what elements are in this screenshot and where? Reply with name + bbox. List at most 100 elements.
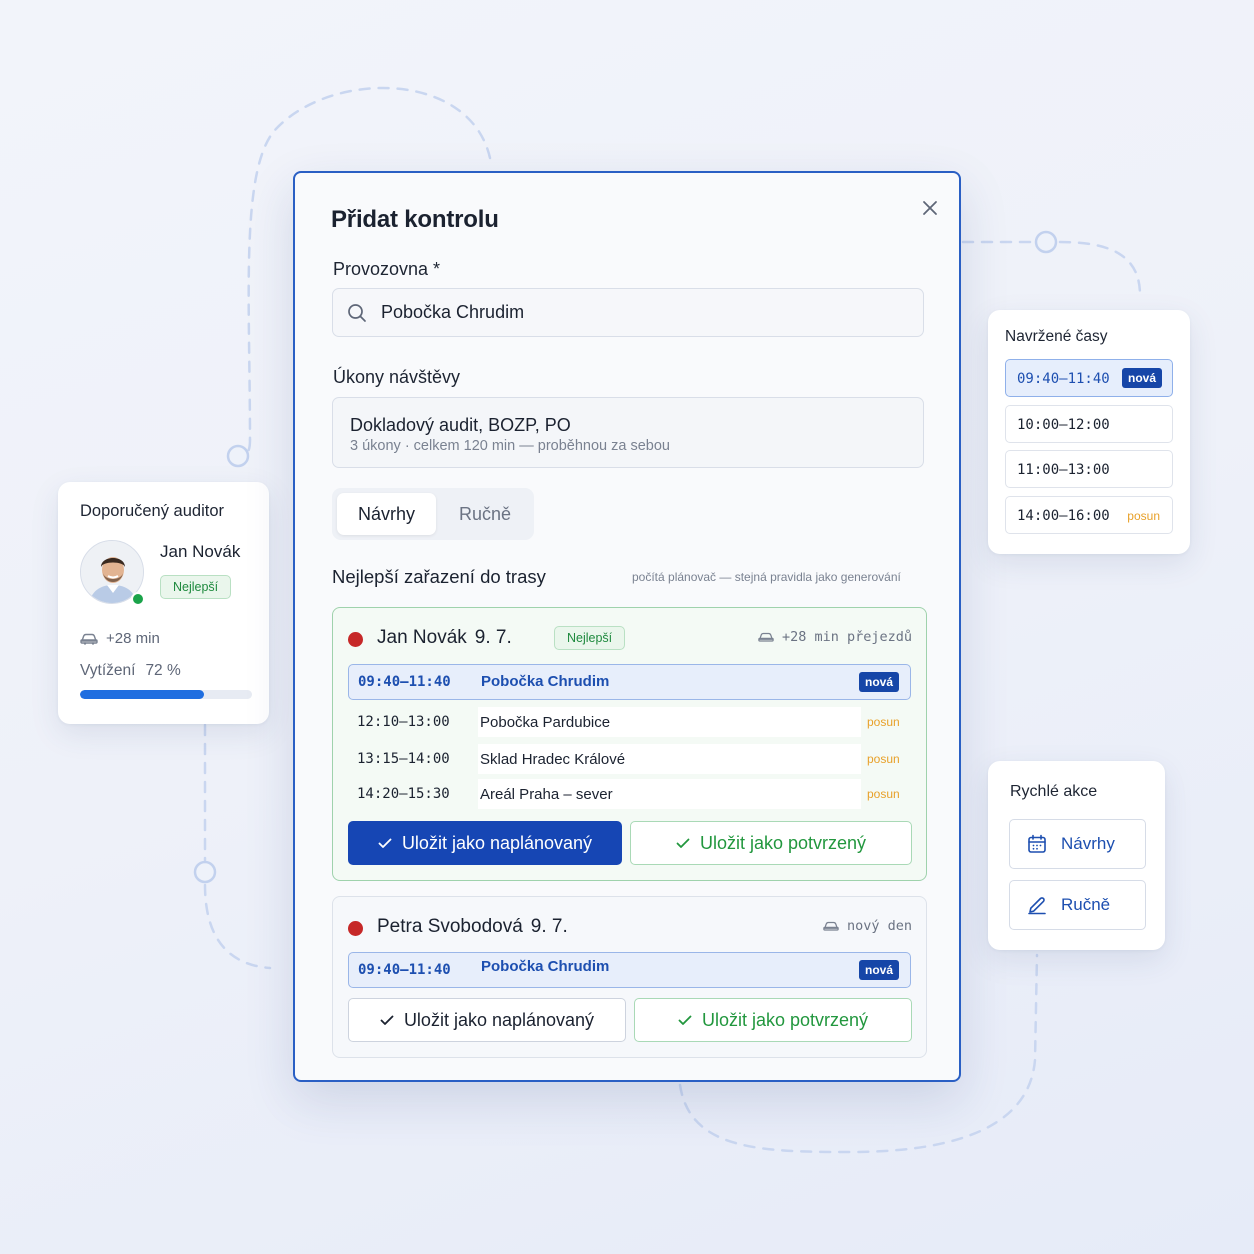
load-progress-fill	[80, 690, 204, 699]
time-option[interactable]: 09:40–11:40 nová	[1005, 359, 1173, 397]
auditor-color-dot	[348, 632, 363, 647]
slot-place: Pobočka Chrudim	[481, 958, 610, 975]
facility-search-input[interactable]	[381, 289, 901, 336]
pencil-icon	[1028, 897, 1046, 915]
new-slot-row[interactable]: 09:40–11:40 Pobočka Chrudim nová	[348, 952, 911, 988]
route-stop-row: 12:10–13:00 Pobočka Pardubice posun	[348, 707, 911, 737]
time-option-value: 14:00–16:00	[1017, 508, 1110, 524]
save-confirmed-button[interactable]: Uložit jako potvrzený	[634, 998, 912, 1042]
save-planned-button[interactable]: Uložit jako naplánovaný	[348, 998, 626, 1042]
best-badge: Nejlepší	[554, 626, 626, 650]
stop-place: Pobočka Pardubice	[480, 714, 611, 731]
load-info: Vytížení 72 %	[80, 662, 191, 680]
route-option-petra-svobodova: Petra Svobodová 9. 7. nový den 09:40–11:4…	[332, 896, 927, 1058]
shift-tag: posun	[1127, 509, 1160, 523]
load-progress-bar	[80, 690, 252, 699]
planner-note: počítá plánovač — stejná pravidla jako g…	[632, 570, 901, 584]
best-placement-title: Nejlepší zařazení do trasy	[332, 566, 546, 587]
route-date: 9. 7.	[474, 627, 512, 648]
facility-label: Provozovna *	[333, 259, 441, 279]
time-option-value: 09:40–11:40	[1017, 371, 1110, 387]
tab-suggestions[interactable]: Návrhy	[337, 493, 436, 535]
check-icon	[380, 1015, 394, 1025]
auditor-card-title: Doporučený auditor	[80, 502, 225, 520]
save-planned-button[interactable]: Uložit jako naplánovaný	[348, 821, 622, 865]
route-travel-value: nový den	[846, 918, 912, 934]
car-icon	[758, 632, 774, 642]
recommended-auditor-card: Doporučený auditor Jan Novák Nejlepší +2…	[58, 482, 269, 724]
slot-time: 09:40–11:40	[358, 962, 451, 978]
shift-tag: posun	[867, 752, 900, 766]
new-badge: nová	[1121, 368, 1162, 388]
check-icon	[678, 1015, 692, 1025]
route-travel: +28 min přejezdů	[758, 629, 912, 645]
tasks-value: Dokladový audit, BOZP, PO	[350, 415, 571, 435]
route-stop-row: 14:20–15:30 Areál Praha – sever posun	[348, 779, 911, 809]
modal-title: Přidat kontrolu	[331, 206, 499, 233]
auditor-color-dot	[348, 921, 363, 936]
save-confirmed-button[interactable]: Uložit jako potvrzený	[630, 821, 912, 865]
stop-time: 14:20–15:30	[357, 786, 450, 802]
stop-time: 12:10–13:00	[357, 714, 450, 730]
search-icon	[348, 304, 366, 322]
route-auditor-name: Jan Novák	[377, 627, 467, 648]
online-status-dot	[131, 592, 145, 606]
car-icon	[80, 633, 98, 645]
quick-actions-card: Rychlé akce Návrhy Ručně	[988, 761, 1165, 950]
route-date: 9. 7.	[530, 916, 568, 937]
auditor-name: Jan Novák	[160, 542, 241, 561]
check-icon	[676, 838, 690, 848]
route-header: Jan Novák 9. 7. Nejlepší +28 min přejezdů	[348, 626, 912, 652]
stop-place: Areál Praha – sever	[480, 786, 613, 803]
slot-place: Pobočka Chrudim	[481, 673, 610, 690]
stop-place: Sklad Hradec Králové	[480, 751, 626, 768]
route-travel-value: +28 min přejezdů	[781, 629, 912, 645]
route-header: Petra Svobodová 9. 7. nový den	[348, 915, 912, 941]
tab-manual[interactable]: Ručně	[444, 493, 526, 535]
route-auditor: Petra Svobodová 9. 7.	[377, 916, 568, 938]
quick-action-label: Ručně	[1061, 895, 1111, 914]
calendar-icon	[1028, 834, 1046, 853]
shift-tag: posun	[867, 715, 900, 729]
time-option[interactable]: 10:00–12:00	[1005, 405, 1173, 443]
time-option[interactable]: 14:00–16:00 posun	[1005, 496, 1173, 534]
quick-action-label: Návrhy	[1061, 834, 1115, 853]
close-button[interactable]	[919, 197, 941, 219]
visit-tasks-field[interactable]: Dokladový audit, BOZP, PO 3 úkony · celk…	[332, 397, 924, 468]
best-badge: Nejlepší	[160, 575, 232, 599]
route-auditor: Jan Novák 9. 7.	[377, 627, 512, 649]
save-confirmed-label: Uložit jako potvrzený	[699, 832, 867, 853]
quick-actions-title: Rychlé akce	[1010, 783, 1098, 800]
route-auditor-name: Petra Svobodová	[377, 916, 523, 937]
quick-action-suggestions-button[interactable]: Návrhy	[1009, 819, 1146, 869]
tasks-meta: 3 úkony · celkem 120 min — proběhnou za …	[350, 438, 670, 454]
save-planned-label: Uložit jako naplánovaný	[401, 832, 593, 853]
stop-time: 13:15–14:00	[357, 751, 450, 767]
route-option-jan-novak: Jan Novák 9. 7. Nejlepší +28 min přejezdů…	[332, 607, 927, 881]
tasks-label: Úkony návštěvy	[333, 367, 461, 387]
time-option[interactable]: 11:00–13:00	[1005, 450, 1173, 488]
add-inspection-modal: Přidat kontrolu Provozovna * Úkony návšt…	[293, 171, 961, 1082]
mode-tabs: Návrhy Ručně	[332, 488, 534, 540]
load-value: 72 %	[145, 662, 181, 679]
close-icon	[923, 201, 937, 215]
time-option-value: 11:00–13:00	[1017, 462, 1110, 478]
load-label: Vytížení	[80, 662, 136, 679]
new-slot-row[interactable]: 09:40–11:40 Pobočka Chrudim nová	[348, 664, 911, 700]
suggested-times-card: Navržené časy 09:40–11:40 nová 10:00–12:…	[988, 310, 1190, 554]
travel-time-value: +28 min	[106, 630, 160, 647]
check-icon	[378, 838, 392, 848]
time-option-value: 10:00–12:00	[1017, 417, 1110, 433]
car-icon	[823, 921, 839, 931]
quick-action-manual-button[interactable]: Ručně	[1009, 880, 1146, 930]
travel-time: +28 min	[80, 630, 160, 647]
save-planned-label: Uložit jako naplánovaný	[403, 1009, 595, 1030]
new-badge: nová	[858, 672, 899, 692]
save-confirmed-label: Uložit jako potvrzený	[701, 1009, 869, 1030]
route-stop-row: 13:15–14:00 Sklad Hradec Králové posun	[348, 744, 911, 774]
suggested-times-title: Navržené časy	[1005, 328, 1108, 345]
shift-tag: posun	[867, 787, 900, 801]
facility-search-field[interactable]	[332, 288, 924, 337]
slot-time: 09:40–11:40	[358, 674, 451, 690]
new-badge: nová	[858, 960, 899, 980]
